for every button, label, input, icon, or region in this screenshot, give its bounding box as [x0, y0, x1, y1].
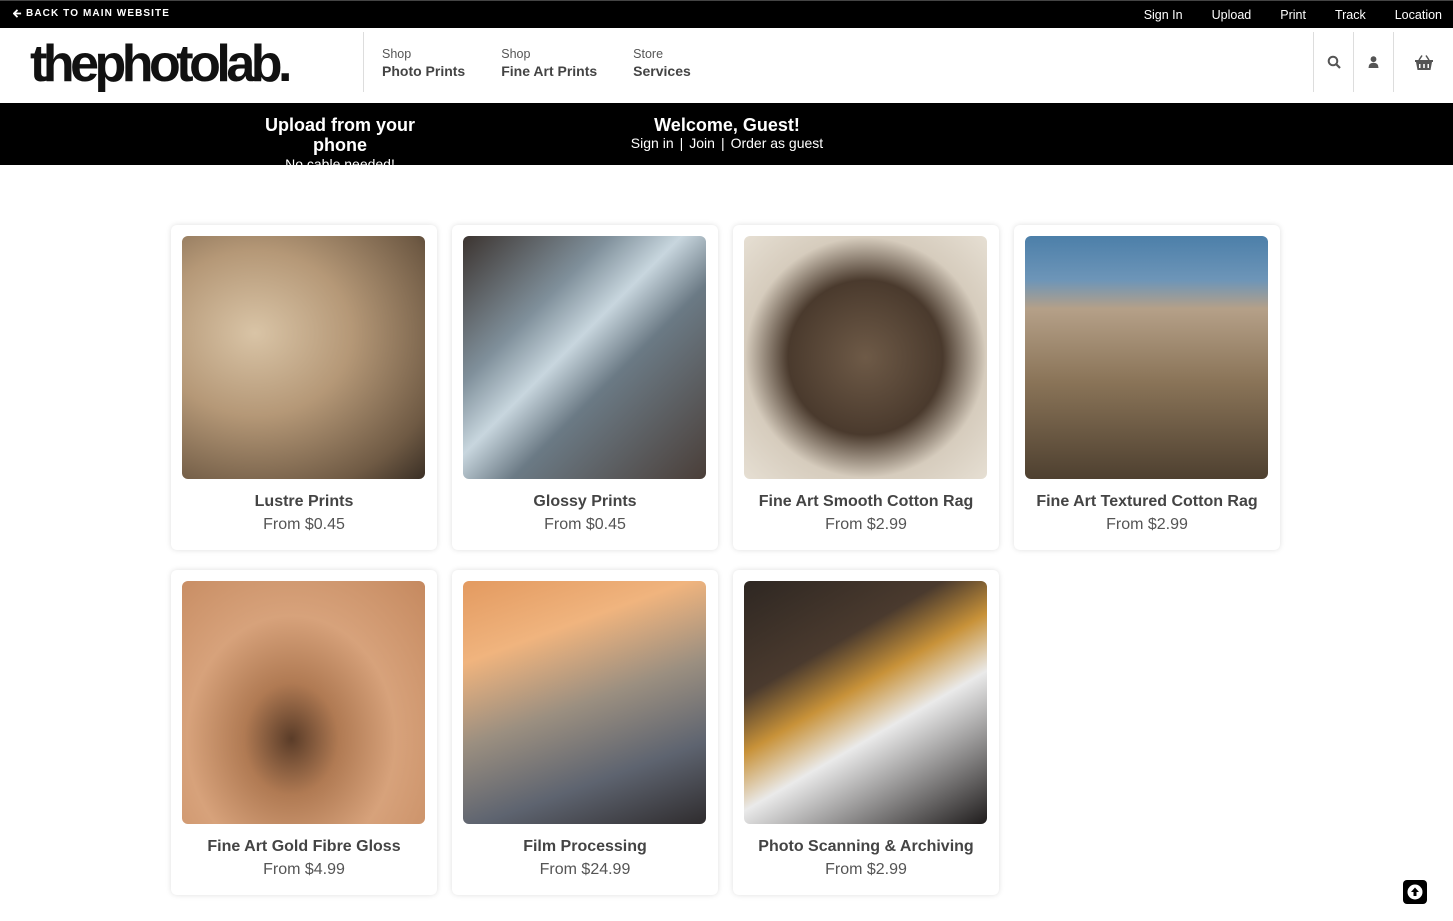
- upload-title: Upload from your phone: [264, 115, 415, 155]
- product-price: From $4.99: [263, 861, 345, 878]
- back-link-label: BACK TO MAIN WEBSITE: [26, 8, 171, 19]
- site-header: thephotolab. Shop Photo Prints Shop Fine…: [0, 28, 1453, 103]
- link-separator: |: [679, 135, 684, 151]
- search-button[interactable]: [1313, 32, 1353, 92]
- nav-services[interactable]: Store Services: [633, 47, 691, 80]
- nav-fine-art-prints-caption: Shop: [501, 47, 531, 61]
- product-title: Fine Art Textured Cotton Rag: [1036, 493, 1258, 510]
- product-image: [1025, 236, 1268, 479]
- basket-icon: [1414, 54, 1433, 70]
- product-card-glossy-prints[interactable]: Glossy Prints From $0.45: [452, 225, 718, 550]
- product-image: [182, 581, 425, 824]
- arrow-up-icon: [1407, 884, 1423, 900]
- account-button[interactable]: [1353, 32, 1393, 92]
- sign-in-link[interactable]: Sign in: [631, 135, 674, 151]
- product-title: Glossy Prints: [533, 493, 637, 510]
- nav-fine-art-prints[interactable]: Shop Fine Art Prints: [501, 47, 597, 80]
- product-grid: Lustre Prints From $0.45 Glossy Prints F…: [171, 225, 1281, 895]
- account-links: Sign in | Join | Order as guest: [600, 135, 854, 153]
- welcome-title: Welcome, Guest!: [654, 115, 800, 135]
- product-image: [744, 581, 987, 824]
- top-link-track[interactable]: Track: [1335, 8, 1366, 22]
- scroll-to-top-button[interactable]: [1403, 880, 1427, 904]
- product-image: [182, 236, 425, 479]
- product-price: From $2.99: [825, 861, 907, 878]
- product-card-photo-scanning[interactable]: Photo Scanning & Archiving From $2.99: [733, 570, 999, 895]
- nav-photo-prints-caption: Shop: [382, 47, 412, 61]
- top-link-print[interactable]: Print: [1280, 8, 1306, 22]
- upload-from-phone[interactable]: Upload from your phone No cable needed!: [240, 115, 440, 174]
- top-utility-bar: BACK TO MAIN WEBSITE Sign In Upload Prin…: [0, 0, 1453, 28]
- upload-subtitle: No cable needed!: [285, 156, 395, 172]
- product-card-fine-art-smooth-cotton-rag[interactable]: Fine Art Smooth Cotton Rag From $2.99: [733, 225, 999, 550]
- join-link[interactable]: Join: [689, 135, 715, 151]
- header-icons: [1313, 32, 1453, 92]
- nav-services-caption: Store: [633, 47, 664, 61]
- welcome-block: Welcome, Guest! Sign in | Join | Order as gu…: [600, 115, 854, 153]
- product-price: From $0.45: [263, 516, 345, 533]
- user-icon: [1368, 56, 1379, 68]
- site-logo[interactable]: thephotolab.: [30, 36, 292, 92]
- nav-services-label: Services: [633, 63, 691, 79]
- top-link-sign-in[interactable]: Sign In: [1144, 8, 1183, 22]
- nav-photo-prints-label: Photo Prints: [382, 63, 466, 79]
- product-image: [463, 581, 706, 824]
- top-link-location[interactable]: Location: [1395, 8, 1442, 22]
- cart-button[interactable]: [1393, 32, 1453, 92]
- top-links: Sign In Upload Print Track Location: [1144, 1, 1453, 29]
- nav-fine-art-prints-label: Fine Art Prints: [501, 63, 598, 79]
- product-card-fine-art-gold-fibre-gloss[interactable]: Fine Art Gold Fibre Gloss From $4.99: [171, 570, 437, 895]
- link-separator: |: [720, 135, 725, 151]
- product-price: From $24.99: [539, 861, 631, 878]
- product-title: Photo Scanning & Archiving: [758, 838, 974, 855]
- product-card-lustre-prints[interactable]: Lustre Prints From $0.45: [171, 225, 437, 550]
- header-divider: [363, 32, 364, 92]
- arrow-left-icon: [13, 9, 22, 18]
- product-price: From $2.99: [1106, 516, 1188, 533]
- top-link-upload[interactable]: Upload: [1212, 8, 1252, 22]
- nav-photo-prints[interactable]: Shop Photo Prints: [382, 47, 465, 80]
- product-card-fine-art-textured-cotton-rag[interactable]: Fine Art Textured Cotton Rag From $2.99: [1014, 225, 1280, 550]
- product-title: Fine Art Gold Fibre Gloss: [207, 838, 401, 855]
- welcome-banner: Upload from your phone No cable needed! …: [0, 103, 1453, 172]
- search-icon: [1327, 55, 1341, 69]
- product-title: Lustre Prints: [254, 493, 354, 510]
- product-title: Film Processing: [523, 838, 647, 855]
- order-as-guest-link[interactable]: Order as guest: [731, 135, 824, 151]
- back-to-main-website-link[interactable]: BACK TO MAIN WEBSITE: [13, 8, 170, 19]
- main-nav: Shop Photo Prints Shop Fine Art Prints S…: [382, 47, 727, 80]
- product-price: From $0.45: [544, 516, 626, 533]
- product-image: [744, 236, 987, 479]
- product-title: Fine Art Smooth Cotton Rag: [758, 493, 974, 510]
- product-card-film-processing[interactable]: Film Processing From $24.99: [452, 570, 718, 895]
- product-image: [463, 236, 706, 479]
- product-price: From $2.99: [825, 516, 907, 533]
